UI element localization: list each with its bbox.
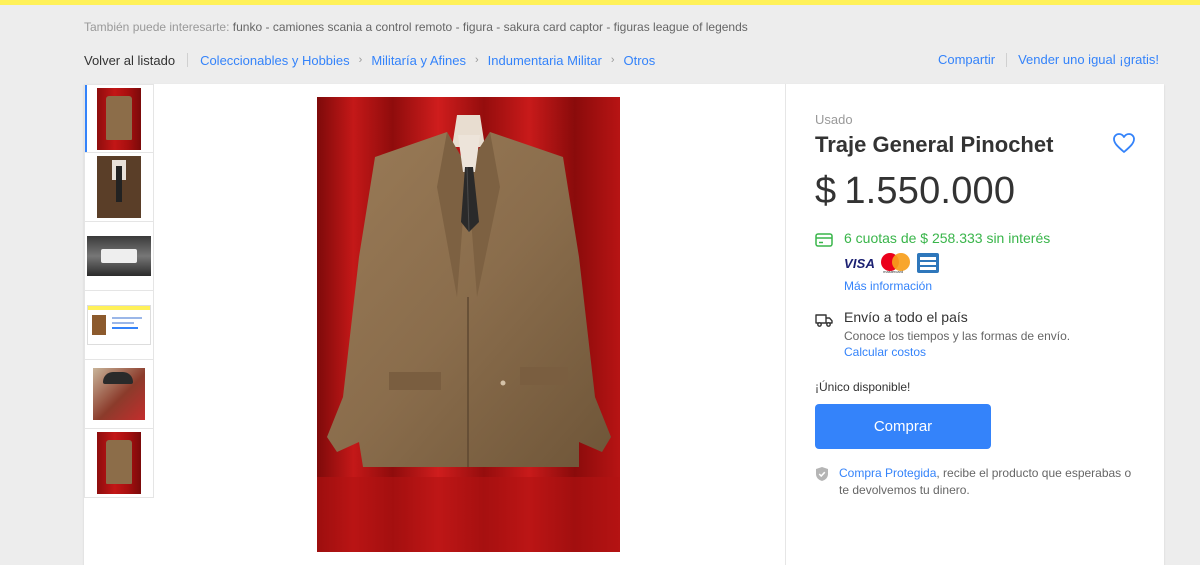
shipping-title: Envío a todo el país (844, 309, 968, 325)
buy-button[interactable]: Comprar (815, 404, 991, 449)
actions-divider (1006, 52, 1008, 67)
related-search-link[interactable]: sakura card captor (504, 20, 603, 34)
related-search-link[interactable]: camiones scania a control remoto (273, 20, 452, 34)
brand-top-bar (0, 0, 1200, 5)
mastercard-wordmark: mastercard (883, 269, 904, 274)
page-actions: Compartir Vender uno igual ¡gratis! (938, 52, 1159, 67)
related-searches-label: También puede interesarte: (84, 20, 230, 34)
installments-text: 6 cuotas de $ 258.333 sin interés (844, 230, 1051, 246)
related-search-separator: - (492, 20, 504, 34)
payment-methods: VISA mastercard (844, 253, 940, 274)
shield-check-icon (816, 467, 828, 481)
thumbnail-2[interactable] (84, 153, 154, 222)
price-amount: 1.550.000 (844, 170, 1016, 212)
breadcrumb-item[interactable]: Militaría y Afines (371, 53, 466, 68)
shipping-subtitle: Conoce los tiempos y las formas de envío… (844, 329, 1071, 343)
related-search-separator: - (452, 20, 463, 34)
thumbnail-5[interactable] (84, 360, 154, 429)
product-title: Traje General Pinochet (815, 132, 1054, 157)
jacket-image (317, 97, 620, 552)
mastercard-icon: mastercard (881, 253, 911, 274)
installments: 6 cuotas de $ 258.333 sin interés (815, 230, 1050, 247)
related-searches: También puede interesarte: funko - camio… (84, 20, 748, 34)
thumbnail-gallery (84, 84, 154, 498)
portrait-thumbnail-image (93, 368, 145, 420)
shipping-info: Envío a todo el país Conoce los tiempos … (815, 309, 1070, 361)
protected-purchase-link[interactable]: Compra Protegida (839, 466, 936, 480)
credit-card-icon (815, 233, 833, 247)
share-link[interactable]: Compartir (938, 52, 995, 67)
breadcrumb: Volver al listado Coleccionables y Hobbi… (84, 52, 655, 68)
related-search-separator: - (262, 20, 273, 34)
related-search-separator: - (603, 20, 614, 34)
chevron-right-icon: › (358, 54, 363, 66)
stock-availability: ¡Único disponible! (815, 380, 911, 394)
clothing-label-thumbnail-image (87, 236, 151, 276)
chevron-right-icon: › (474, 54, 479, 66)
related-search-link[interactable]: funko (233, 20, 262, 34)
listing-screenshot-thumbnail-image (87, 305, 151, 345)
breadcrumb-item[interactable]: Indumentaria Militar (488, 53, 602, 68)
price: $1.550.000 (815, 170, 1015, 213)
condition-label: Usado (815, 112, 853, 127)
breadcrumb-item[interactable]: Coleccionables y Hobbies (200, 53, 350, 68)
sell-similar-link[interactable]: Vender uno igual ¡gratis! (1018, 52, 1159, 67)
back-to-listing-link[interactable]: Volver al listado (84, 53, 175, 68)
purchase-protection: Compra Protegida, recibe el producto que… (815, 465, 1139, 499)
jacket-thumbnail-image (97, 432, 141, 494)
suit-tie-thumbnail-image (97, 156, 141, 218)
thumbnail-1[interactable] (84, 84, 154, 153)
jacket-thumbnail-image (97, 87, 141, 150)
breadcrumb-item[interactable]: Otros (623, 53, 655, 68)
amex-icon (917, 253, 940, 273)
related-search-link[interactable]: figuras league of legends (614, 20, 748, 34)
calculate-shipping-link[interactable]: Calcular costos (844, 345, 926, 359)
thumbnail-6[interactable] (84, 429, 154, 498)
chevron-right-icon: › (610, 54, 615, 66)
breadcrumb-divider (187, 53, 189, 67)
product-panel: Usado Traje General Pinochet $1.550.000 … (84, 84, 1164, 565)
panel-divider (785, 84, 786, 565)
price-currency: $ (815, 170, 837, 212)
main-product-image[interactable] (317, 97, 620, 552)
visa-icon: VISA (844, 255, 876, 271)
heart-icon[interactable] (1112, 132, 1136, 154)
related-search-link[interactable]: figura (463, 20, 493, 34)
truck-icon (815, 314, 833, 327)
thumbnail-3[interactable] (84, 222, 154, 291)
thumbnail-4[interactable] (84, 291, 154, 360)
more-info-link[interactable]: Más información (844, 279, 932, 293)
